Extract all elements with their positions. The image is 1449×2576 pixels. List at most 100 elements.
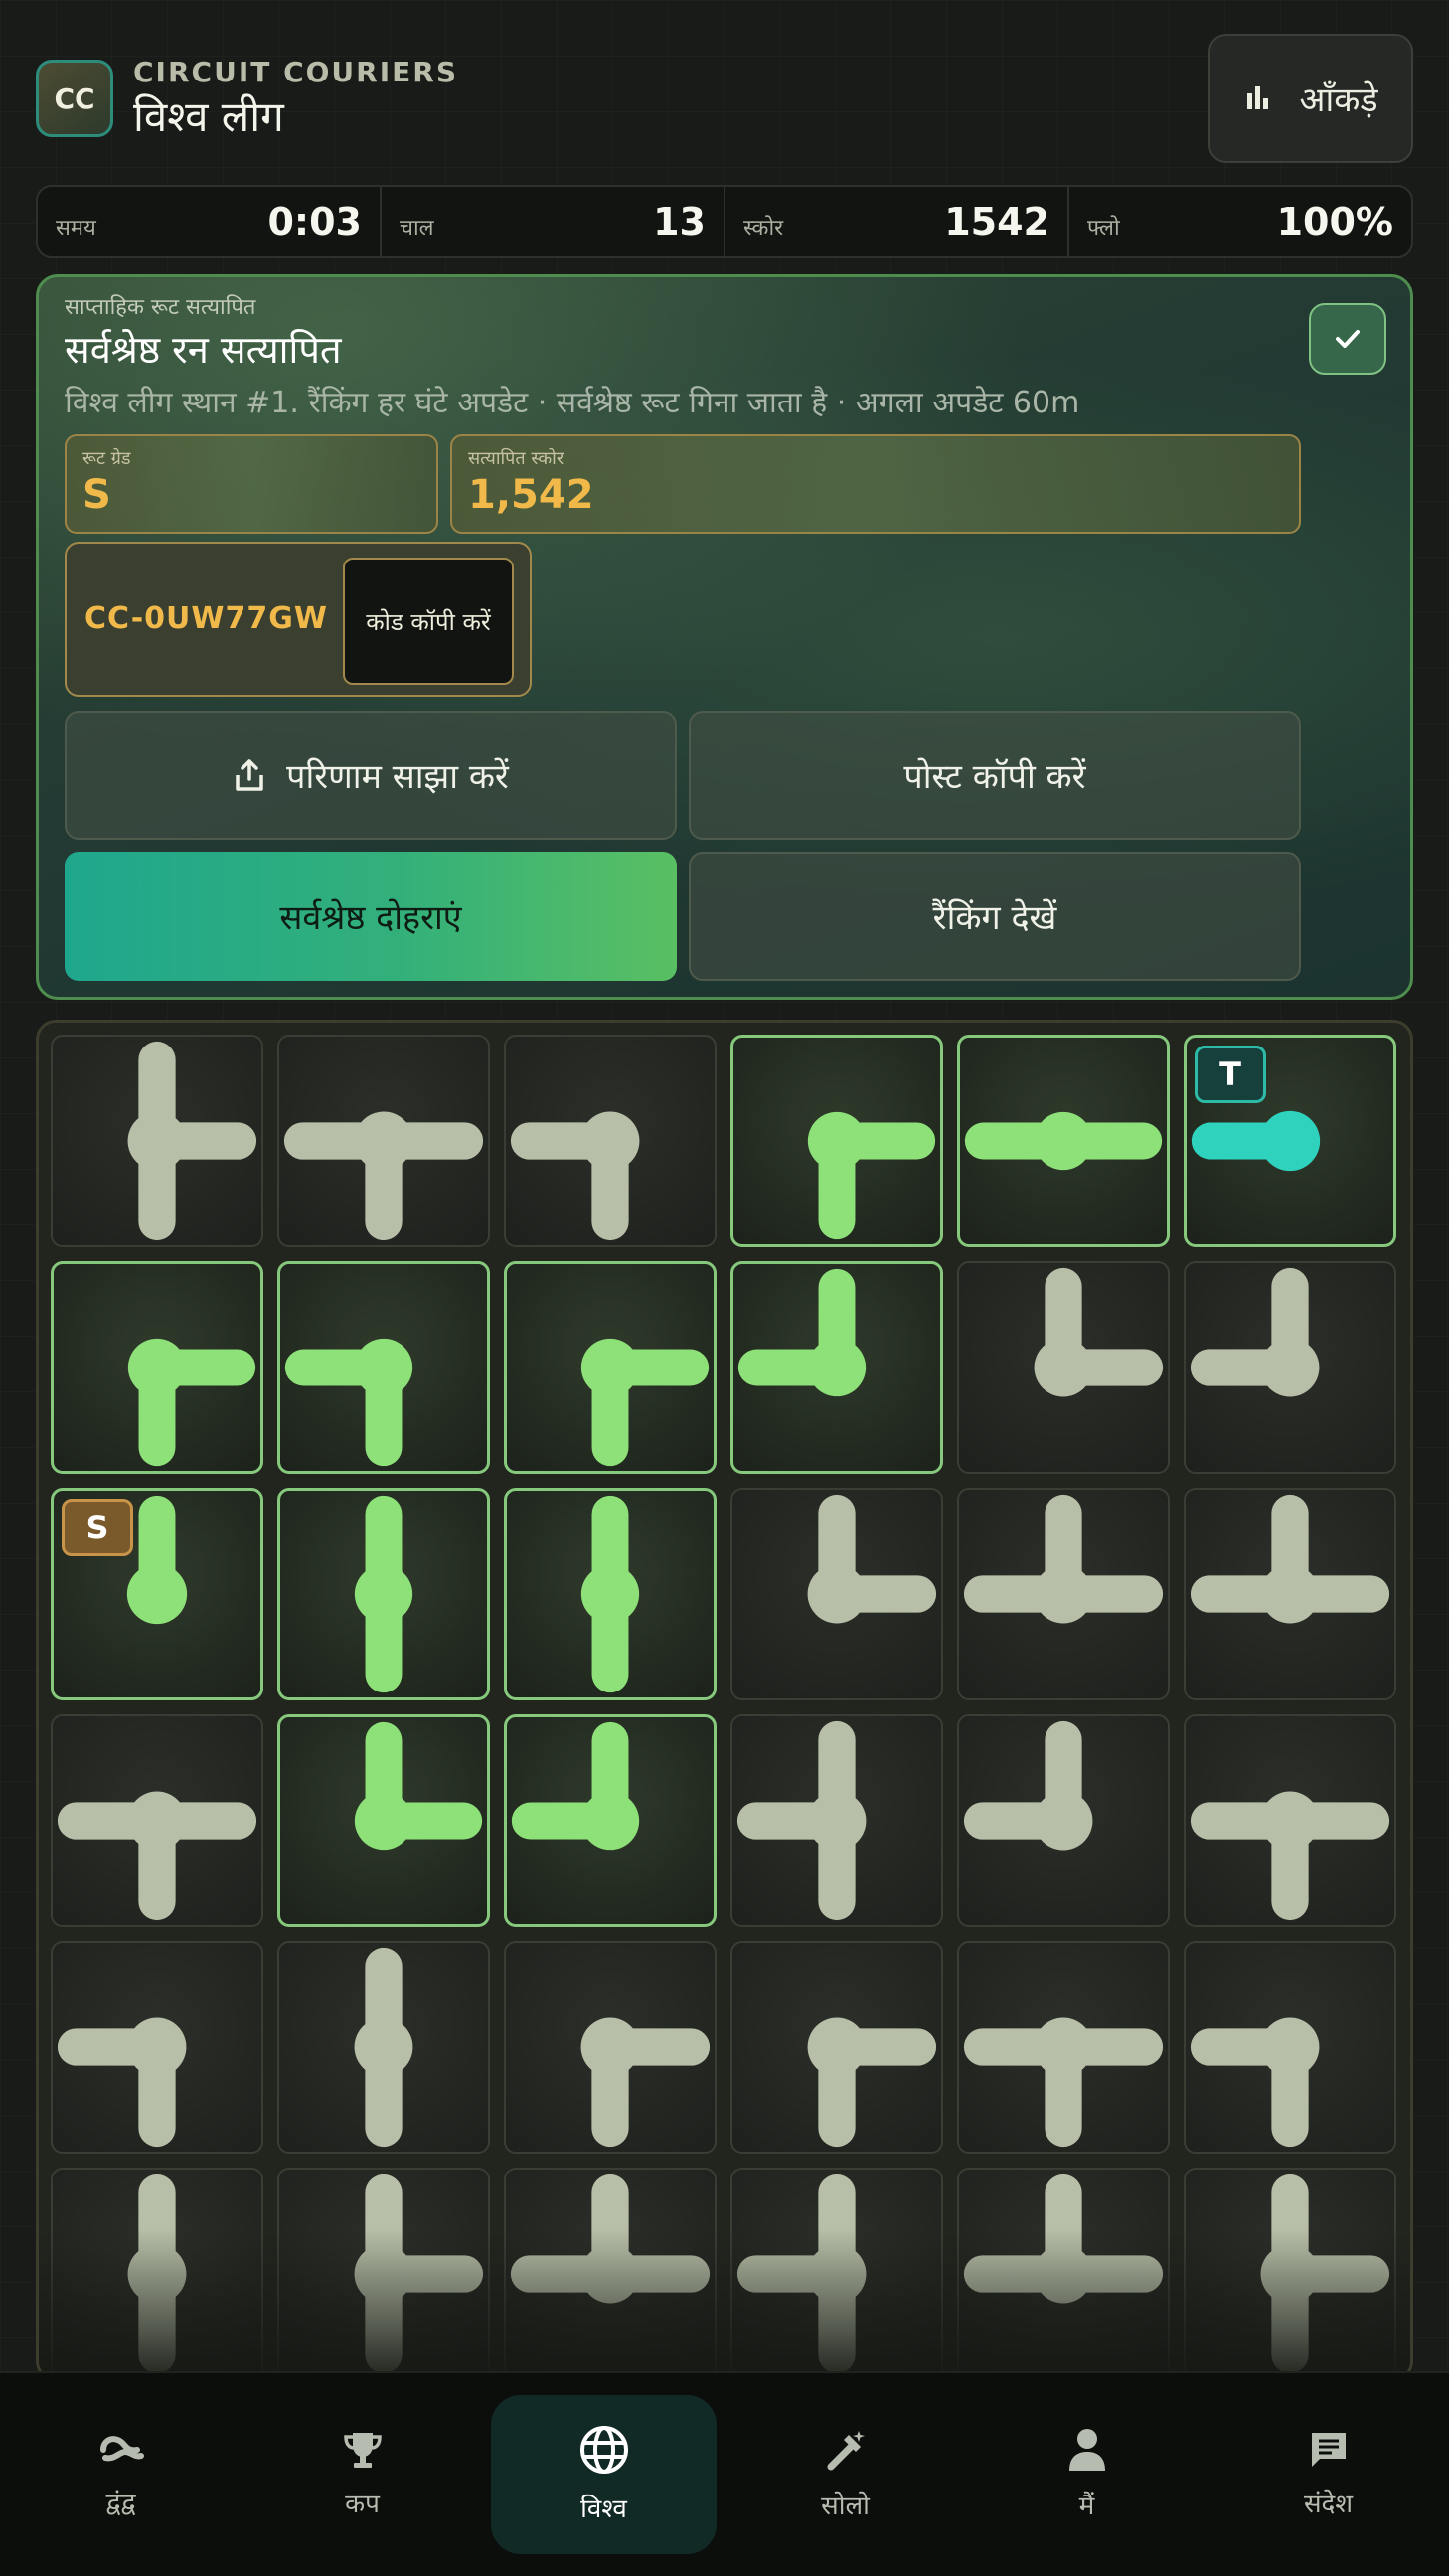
board-tile[interactable] [1184,1941,1396,2154]
pipe-segments [1190,1791,1390,1921]
board-tile[interactable]: S [51,1488,263,1700]
board-tile[interactable] [730,1035,943,1247]
board-tile[interactable] [277,1941,490,2154]
board-tile[interactable] [957,1488,1170,1700]
pipe-hub [354,1338,413,1397]
board-tile[interactable] [957,1261,1170,1474]
pipe-hub [127,2244,187,2304]
pipe-graphic [354,1495,413,1693]
pipe-segments [963,1494,1164,1624]
view-rankings-button[interactable]: रैंकिंग देखें [689,852,1301,981]
board-tile[interactable] [51,1035,263,1247]
board-tile[interactable] [730,1261,943,1474]
pipe-hub [807,1564,867,1624]
stat-value: 0:03 [267,200,362,243]
pipe-segments [57,2017,187,2148]
stats-bar: समय 0:03 चाल 13 स्कोर 1542 फ्लो 100% [36,185,1413,258]
pipe-segments [963,1720,1093,1851]
board-tile[interactable] [277,1035,490,1247]
board-tile[interactable] [957,2168,1170,2378]
board-tile[interactable] [1184,1714,1396,1927]
share-result-button[interactable]: परिणाम साझा करें [65,711,677,840]
nav-item-me[interactable]: मैं [966,2373,1208,2576]
pipe-segments [1190,1494,1390,1624]
stat-flow: फ्लो 100% [1069,187,1411,256]
board-tile[interactable] [504,1714,717,1927]
check-icon [1336,330,1360,348]
nav-label: संदेश [1303,2490,1354,2519]
nav-item-world[interactable]: विश्व [483,2373,724,2576]
board-tile[interactable] [504,1488,717,1700]
board-tile[interactable] [277,1261,490,1474]
board-tile[interactable] [730,1941,943,2154]
nav-item-duel[interactable]: द्वंद्व [0,2373,242,2576]
board-tile[interactable] [51,2168,263,2378]
pipe-hub [127,1791,187,1851]
board-tile[interactable] [504,1035,717,1247]
copy-code-button[interactable]: कोड कॉपी करें [343,558,514,685]
pipe-hub [1259,1110,1321,1172]
board-tile[interactable] [957,1714,1170,1927]
pipe-graphic [284,1338,413,1467]
route-grade-field: रूट ग्रेड S [65,434,438,534]
nav-label: विश्व [580,2495,627,2524]
pipe-hub [127,1338,187,1397]
pipe-graphic [1260,2174,1390,2374]
board-tile[interactable]: T [1184,1035,1396,1247]
pipe-segments [1190,1267,1320,1397]
pipe-hub [580,1791,640,1851]
board-tile[interactable] [51,1941,263,2154]
board-tile[interactable] [504,2168,717,2378]
pipe-hub [580,1338,640,1397]
board-tile[interactable] [730,1488,943,1700]
board-tile[interactable] [957,1941,1170,2154]
bottom-nav: द्वंद्व कप विश्व सोलो मैं संदेश [0,2371,1449,2576]
verified-score-field: सत्यापित स्कोर 1,542 [450,434,1301,534]
board-tile[interactable] [277,1488,490,1700]
board-tile[interactable] [957,1035,1170,1247]
board-tile[interactable] [1184,1488,1396,1700]
board-tile[interactable] [277,1714,490,1927]
pipe-segments [126,1495,188,1625]
nav-item-solo[interactable]: सोलो [724,2373,966,2576]
pipe-hub [1034,1111,1093,1171]
nav-label: मैं [1078,2492,1095,2521]
pipe-segments [807,2017,937,2148]
stat-value: 1542 [944,200,1049,243]
stat-moves: चाल 13 [382,187,725,256]
copy-post-button[interactable]: पोस्ट कॉपी करें [689,711,1301,840]
board-tile[interactable] [504,1261,717,1474]
pipe-graphic [57,1791,257,1921]
nav-label: सोलो [821,2492,870,2521]
pipe-hub [1034,1338,1093,1397]
board-tile[interactable] [504,1941,717,2154]
replay-best-button[interactable]: सर्वश्रेष्ठ दोहराएं [65,852,677,981]
pipe-hub [1260,1338,1320,1397]
pipe-segments [737,1268,867,1397]
result-eyebrow: साप्ताहिक रूट सत्यापित [65,295,256,320]
pipe-graphic [1190,1267,1320,1397]
board-tile[interactable] [277,2168,490,2378]
board-tile[interactable] [51,1261,263,1474]
stat-label: चाल [400,216,434,241]
pipe-hub [1034,2017,1093,2077]
stat-time: समय 0:03 [38,187,382,256]
bar-chart-icon [1247,86,1269,109]
nav-item-messages[interactable]: संदेश [1208,2373,1449,2576]
pipe-segments [580,1495,640,1693]
pipe-graphic [510,1111,640,1241]
pipe-graphic [127,2174,187,2374]
board-tile[interactable] [730,1714,943,1927]
board-tile[interactable] [730,2168,943,2378]
board-tile[interactable] [1184,2168,1396,2378]
pipe-hub [354,2017,413,2077]
pipe-segments [1191,1110,1321,1172]
pipe-graphic [580,1338,710,1467]
pipe-graphic [736,2174,867,2374]
board-tile[interactable] [51,1714,263,1927]
stats-button[interactable]: आँकड़े [1208,34,1413,163]
pipe-segments [964,1111,1163,1171]
board-tile[interactable] [1184,1261,1396,1474]
nav-item-cup[interactable]: कप [242,2373,483,2576]
share-result-label: परिणाम साझा करें [286,757,509,797]
